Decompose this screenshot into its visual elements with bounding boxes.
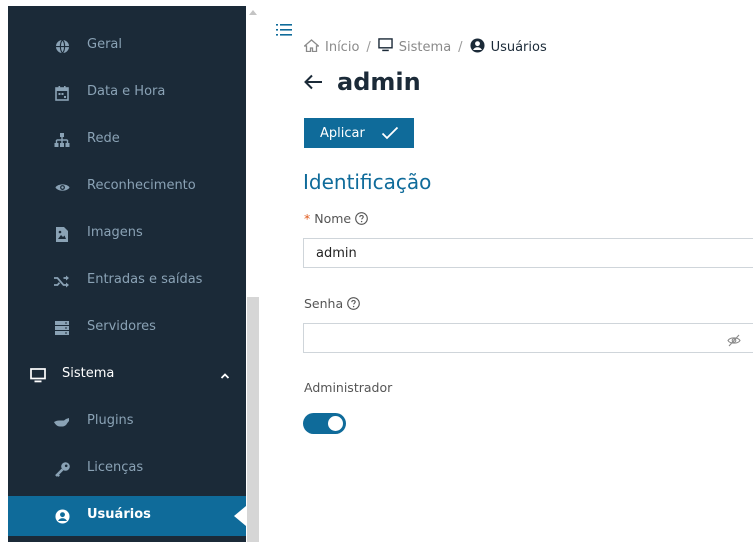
sidebar-item-label: Reconhecimento [87,178,196,193]
sidebar-item-geral[interactable]: Geral [8,26,246,66]
sidebar-item-label: Imagens [87,225,143,240]
scrollbar-thumb[interactable] [247,297,259,542]
home-icon [302,38,321,56]
eye-icon [54,179,70,195]
frame-top [0,0,246,6]
menu-toggle-icon[interactable] [276,22,292,36]
breadcrumb-home-label: Início [325,39,360,55]
breadcrumb-current: Usuários [470,37,547,57]
breadcrumb: Início / Sistema / Usuários [302,37,547,57]
help-icon[interactable] [347,297,360,310]
sidebar: Geral Data e Hora Rede Reconhecimento Im… [8,6,246,542]
sidebar-item-label: Geral [87,37,122,52]
breadcrumb-system-label: Sistema [398,39,452,55]
name-label-text: Nome [314,211,352,226]
sidebar-item-entradas-e-saidas[interactable]: Entradas e saídas [8,261,246,301]
network-icon [54,132,70,148]
apply-button-label: Aplicar [320,125,365,141]
server-icon [54,320,70,336]
breadcrumb-separator: / [458,39,463,55]
required-mark: * [304,211,311,226]
sidebar-item-label: Entradas e saídas [87,272,203,287]
monitor-icon [378,38,393,56]
frame-left [0,0,8,542]
page-title: admin [337,68,421,96]
admin-label-text: Administrador [304,380,393,395]
name-field-label: * Nome [304,211,368,226]
password-input[interactable] [303,323,753,353]
sidebar-item-label: Data e Hora [87,84,166,99]
sidebar-item-label: Servidores [87,319,156,334]
user-circle-icon [470,37,485,57]
active-indicator [234,506,246,526]
sidebar-item-imagens[interactable]: Imagens [8,214,246,254]
breadcrumb-separator: / [366,39,371,55]
breadcrumb-system[interactable]: Sistema [378,38,451,56]
sidebar-item-usuarios[interactable]: Usuários [8,496,246,536]
calendar-icon [54,85,70,101]
apply-button[interactable]: Aplicar [304,118,414,148]
image-icon [54,226,70,242]
breadcrumb-home[interactable]: Início [302,38,360,56]
admin-field-label: Administrador [304,380,392,395]
toggle-knob [328,416,343,431]
monitor-icon [30,367,46,383]
sidebar-item-label: Rede [87,131,120,146]
sidebar-item-label: Sistema [62,366,115,381]
sidebar-item-label: Licenças [87,460,144,475]
sidebar-item-rede[interactable]: Rede [8,120,246,160]
plug-icon [54,414,70,430]
name-input[interactable]: admin [303,238,753,268]
chevron-up-icon [218,368,232,382]
sidebar-item-label: Plugins [87,413,134,428]
eye-off-icon[interactable] [727,332,741,347]
sidebar-item-plugins[interactable]: Plugins [8,402,246,442]
shuffle-icon [54,273,70,289]
section-title: Identificação [303,170,432,194]
password-field-label: Senha [304,296,360,311]
admin-toggle[interactable] [303,413,346,434]
sidebar-item-servidores[interactable]: Servidores [8,308,246,348]
help-icon[interactable] [355,212,368,225]
check-icon [381,126,399,140]
sidebar-item-licencas[interactable]: Licenças [8,449,246,489]
globe-icon [54,38,70,54]
user-circle-icon [54,508,70,524]
back-arrow-icon[interactable] [303,73,325,91]
sidebar-item-sistema[interactable]: Sistema [8,355,246,395]
password-label-text: Senha [304,296,344,311]
title-row: admin [303,66,421,98]
scroll-up-arrow-icon[interactable] [249,10,257,15]
key-icon [54,461,70,477]
sidebar-item-data-e-hora[interactable]: Data e Hora [8,73,246,113]
breadcrumb-current-label: Usuários [490,39,547,55]
sidebar-item-reconhecimento[interactable]: Reconhecimento [8,167,246,207]
sidebar-item-label: Usuários [87,507,151,522]
